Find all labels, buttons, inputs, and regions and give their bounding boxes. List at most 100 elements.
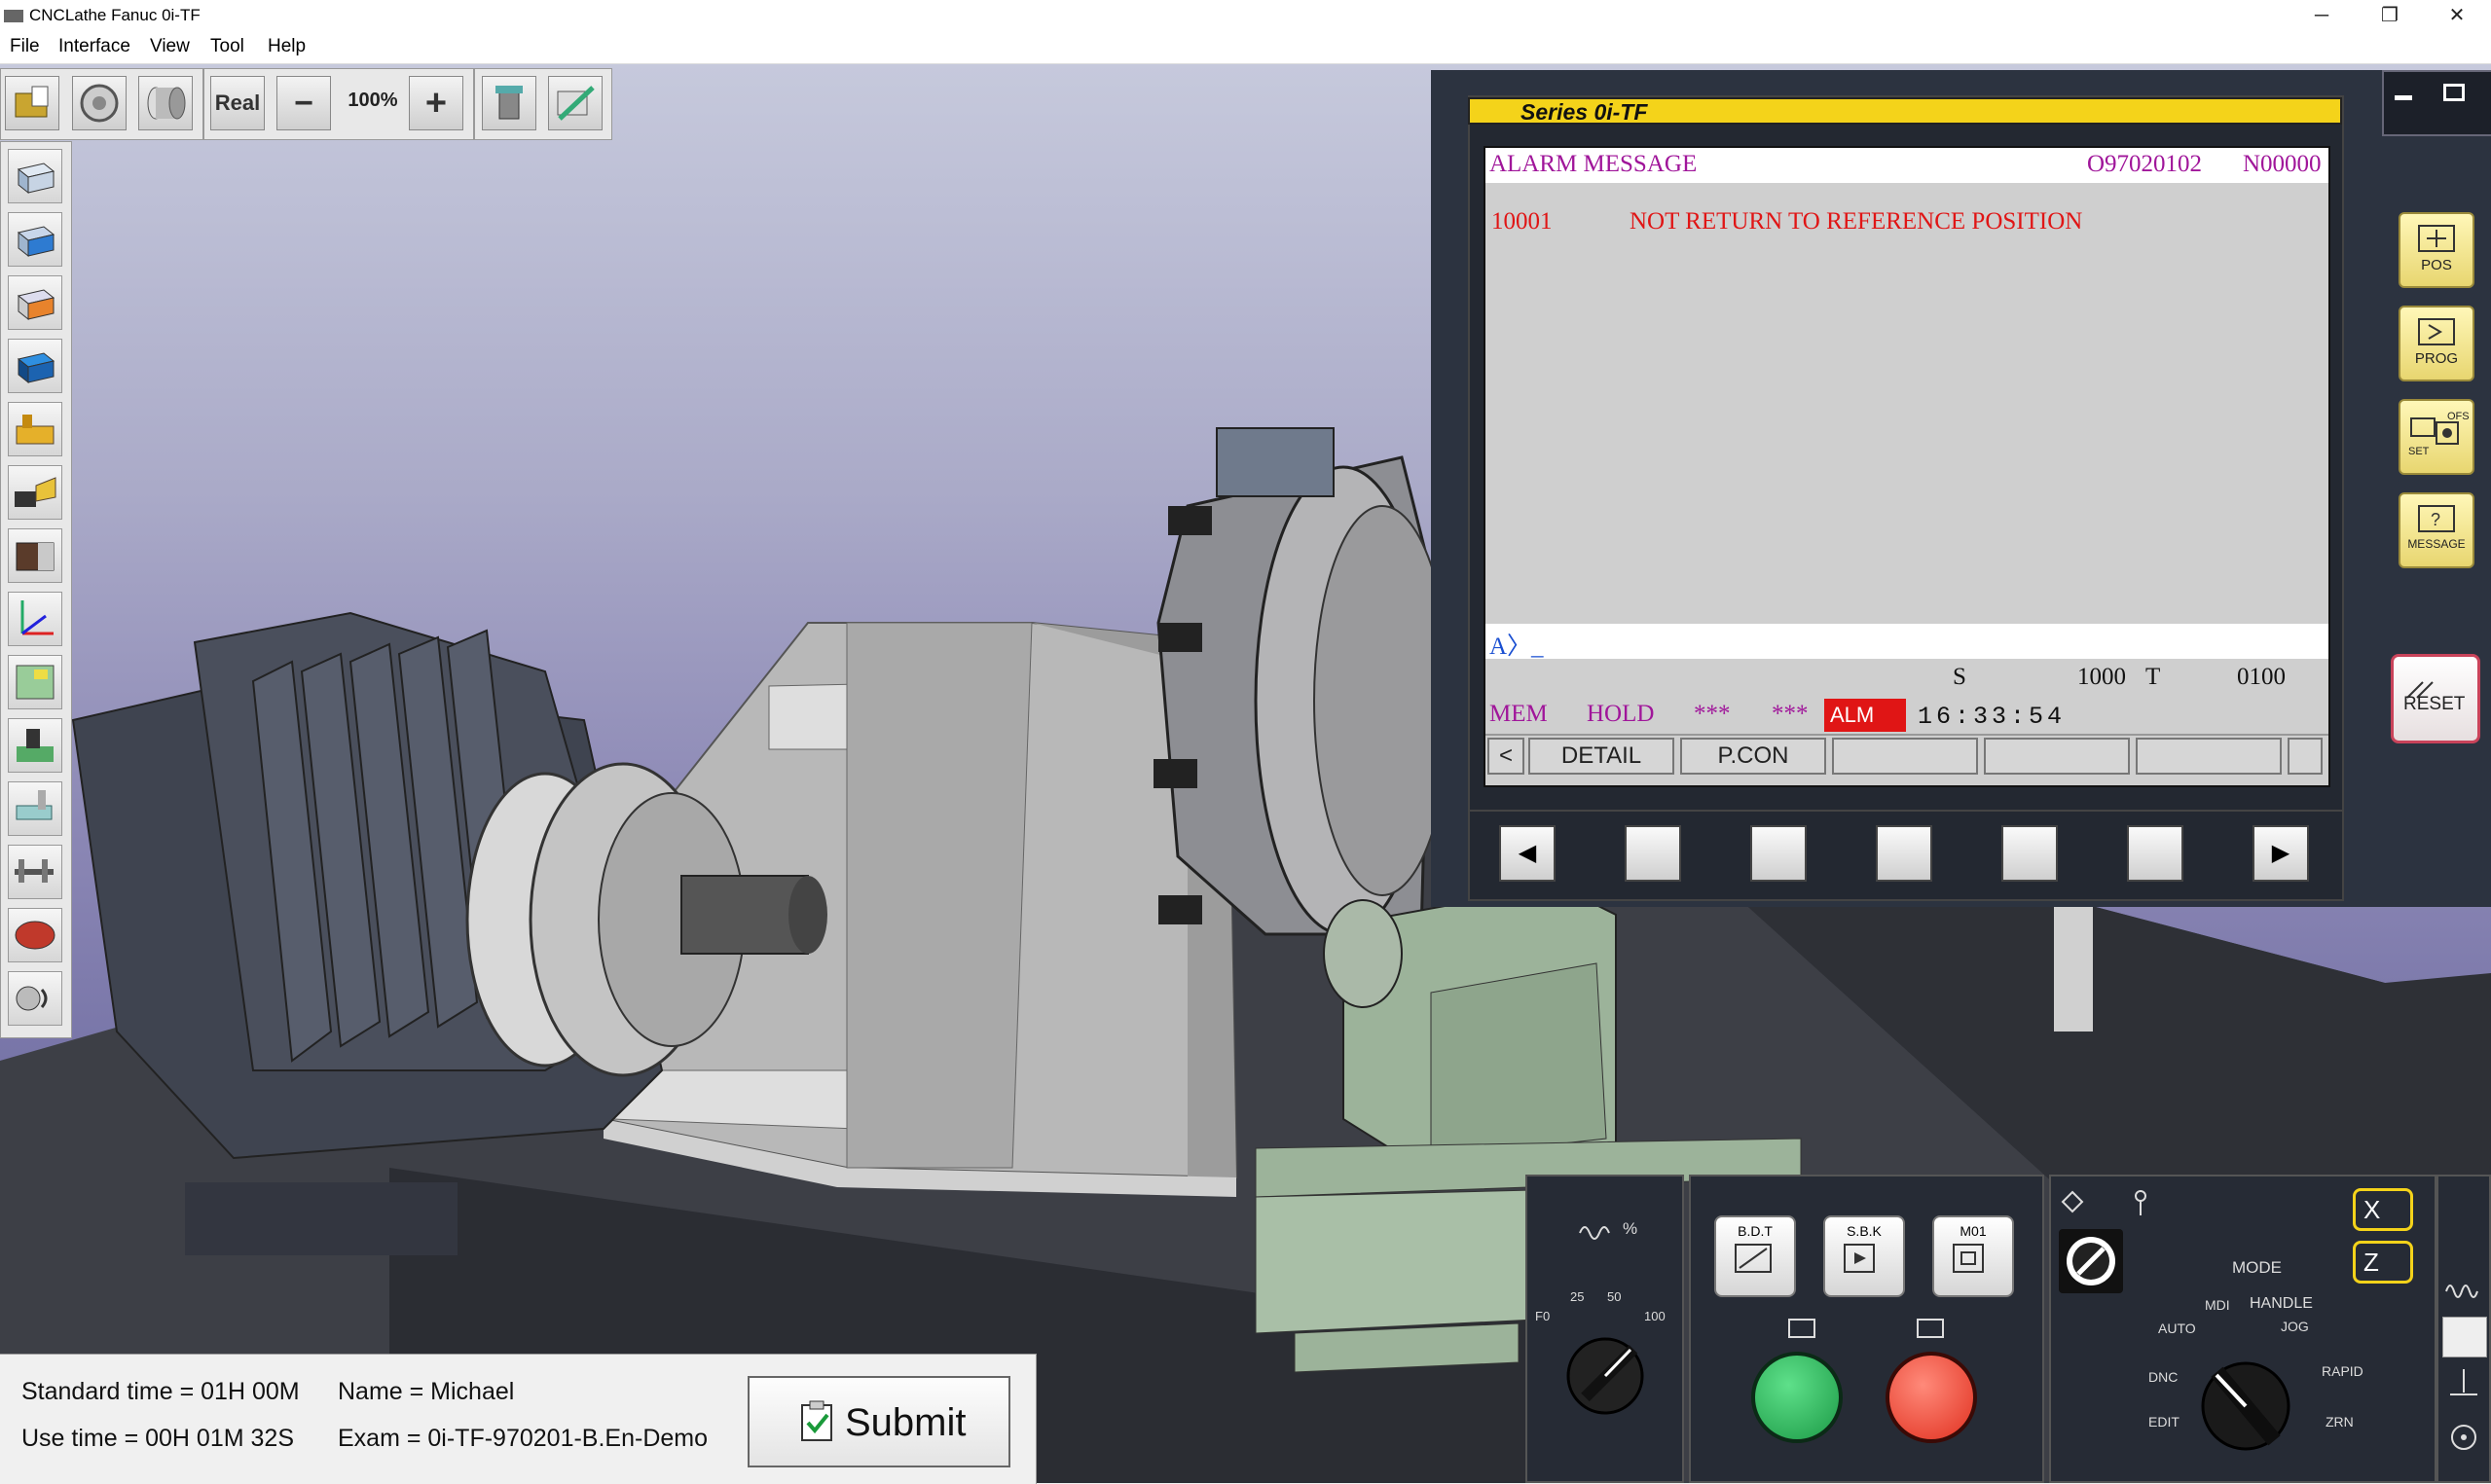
axis-x-button[interactable]: X [2353, 1188, 2413, 1231]
tool-value: 0100 [2237, 664, 2286, 690]
cycle-start-button[interactable] [1751, 1352, 1843, 1443]
softkey-3[interactable] [1832, 738, 1978, 775]
mode-select-panel: MODE MDI HANDLE AUTO JOG DNC RAPID EDIT … [2049, 1175, 2436, 1483]
softkey-detail[interactable]: DETAIL [1528, 738, 1674, 775]
prog-key[interactable]: PROG [2399, 306, 2474, 381]
measure-icon [16, 790, 53, 820]
softkey-4[interactable] [1984, 738, 2130, 775]
pos-key[interactable]: POS [2399, 212, 2474, 288]
function-key-2[interactable] [1750, 825, 1807, 882]
input-line[interactable] [1485, 624, 2328, 659]
view-side-button[interactable] [8, 275, 62, 330]
cut-icon [17, 729, 54, 762]
maximize-button[interactable]: ❐ [2356, 0, 2424, 32]
title-bar: CNCLathe Fanuc 0i-TF ─ ❐ ✕ [0, 0, 2491, 32]
submit-button[interactable]: Submit [748, 1376, 1010, 1467]
function-key-3[interactable] [1876, 825, 1932, 882]
axis-view-button[interactable] [8, 592, 62, 646]
softkey-5[interactable] [2136, 738, 2282, 775]
exam-id: Exam = 0i-TF-970201-B.En-Demo [338, 1425, 709, 1452]
nav-left-button[interactable]: ◀ [1499, 825, 1556, 882]
message-key[interactable]: ? MESSAGE [2399, 492, 2474, 568]
sound-button[interactable] [8, 971, 62, 1026]
key-switch-icon [2061, 1190, 2084, 1213]
tool-view-button[interactable] [8, 465, 62, 520]
menu-file[interactable]: File [10, 36, 40, 57]
status-clock: 16:33:54 [1918, 703, 2067, 731]
key-lock-switch[interactable] [2059, 1229, 2123, 1293]
menu-tool[interactable]: Tool [210, 36, 244, 57]
use-time: Use time = 00H 01M 32S [21, 1425, 294, 1452]
cube-front-icon [17, 226, 55, 258]
section-view-button[interactable] [8, 655, 62, 709]
single-block-button[interactable]: S.B.K [1823, 1215, 1905, 1297]
material-button[interactable] [8, 908, 62, 962]
offset-setting-key[interactable]: SET OFS [2399, 399, 2474, 475]
view-front-button[interactable] [8, 212, 62, 267]
axis-z-button[interactable]: Z [2353, 1241, 2413, 1284]
status-stars-1: *** [1694, 701, 1731, 727]
menu-interface[interactable]: Interface [58, 36, 130, 57]
view-top-button[interactable] [8, 339, 62, 393]
mode-rapid: RAPID [2322, 1363, 2363, 1379]
chuck-view-button[interactable] [72, 76, 127, 130]
feed-wave-icon [1579, 1226, 1610, 1240]
tool-setting-button[interactable] [548, 76, 603, 130]
nav-right-button[interactable]: ▶ [2253, 825, 2309, 882]
softkey-prev[interactable]: < [1487, 738, 1524, 775]
measure-button[interactable] [8, 781, 62, 836]
zoom-in-button[interactable]: + [409, 76, 463, 130]
function-key-1[interactable] [1625, 825, 1681, 882]
workpiece-button[interactable] [138, 76, 193, 130]
tool-label: T [2145, 664, 2161, 690]
panel-maximize-button[interactable] [2443, 84, 2465, 101]
rapid-wave-icon[interactable] [2444, 1274, 2483, 1303]
app-icon [4, 10, 23, 22]
feed-scale-f0: F0 [1535, 1309, 1551, 1323]
softkey-pcon[interactable]: P.CON [1680, 738, 1826, 775]
bdt-button[interactable]: B.D.T [1714, 1215, 1796, 1297]
stock-view-button[interactable] [8, 528, 62, 583]
open-file-button[interactable] [5, 76, 59, 130]
feed-hold-button[interactable] [1886, 1352, 1977, 1443]
menu-help[interactable]: Help [268, 36, 306, 57]
view-iso-button[interactable] [8, 149, 62, 203]
zoom-out-button[interactable]: − [276, 76, 331, 130]
jog-mode-button[interactable] [2442, 1317, 2487, 1357]
cut-view-button[interactable] [8, 718, 62, 773]
series-label: Series 0i-TF [1520, 99, 1648, 125]
prog-label: PROG [2414, 350, 2459, 367]
axis-x-label: X [2363, 1195, 2381, 1224]
message-icon: ? [2418, 505, 2455, 532]
panel-minimize-button[interactable] [2395, 95, 2412, 100]
optional-stop-button[interactable]: M01 [1932, 1215, 2014, 1297]
function-key-5[interactable] [2127, 825, 2183, 882]
message-label: MESSAGE [2407, 537, 2466, 551]
reset-key[interactable]: RESET [2391, 654, 2480, 743]
caliper-button[interactable] [8, 845, 62, 899]
screen-title: ALARM MESSAGE [1489, 151, 1698, 177]
door-icon [495, 86, 523, 120]
door-button[interactable] [482, 76, 536, 130]
handle-icon[interactable] [2444, 1367, 2483, 1402]
mode-auto: AUTO [2158, 1321, 2196, 1336]
menu-view[interactable]: View [150, 36, 190, 57]
prog-icon [2418, 318, 2455, 345]
bdt-label: B.D.T [1738, 1223, 1773, 1239]
svg-text:?: ? [2431, 510, 2440, 529]
speed-real-button[interactable]: Real [210, 76, 265, 130]
feed-scale-25: 25 [1570, 1289, 1585, 1304]
function-key-4[interactable] [2001, 825, 2058, 882]
feedrate-knob[interactable] [1557, 1322, 1654, 1420]
cube-top-icon [17, 352, 55, 384]
minimize-button[interactable]: ─ [2288, 0, 2356, 32]
mode-select-knob[interactable] [2187, 1348, 2304, 1455]
ofs-label: OFS [2447, 411, 2470, 422]
close-button[interactable]: ✕ [2423, 0, 2491, 32]
softkey-next[interactable] [2288, 738, 2323, 775]
cube-iso-icon [17, 163, 55, 195]
machine-view-button[interactable] [8, 402, 62, 456]
status-state: HOLD [1587, 701, 1655, 727]
zero-return-icon[interactable] [2444, 1420, 2483, 1455]
input-prompt: A〉_ [1489, 633, 1544, 660]
